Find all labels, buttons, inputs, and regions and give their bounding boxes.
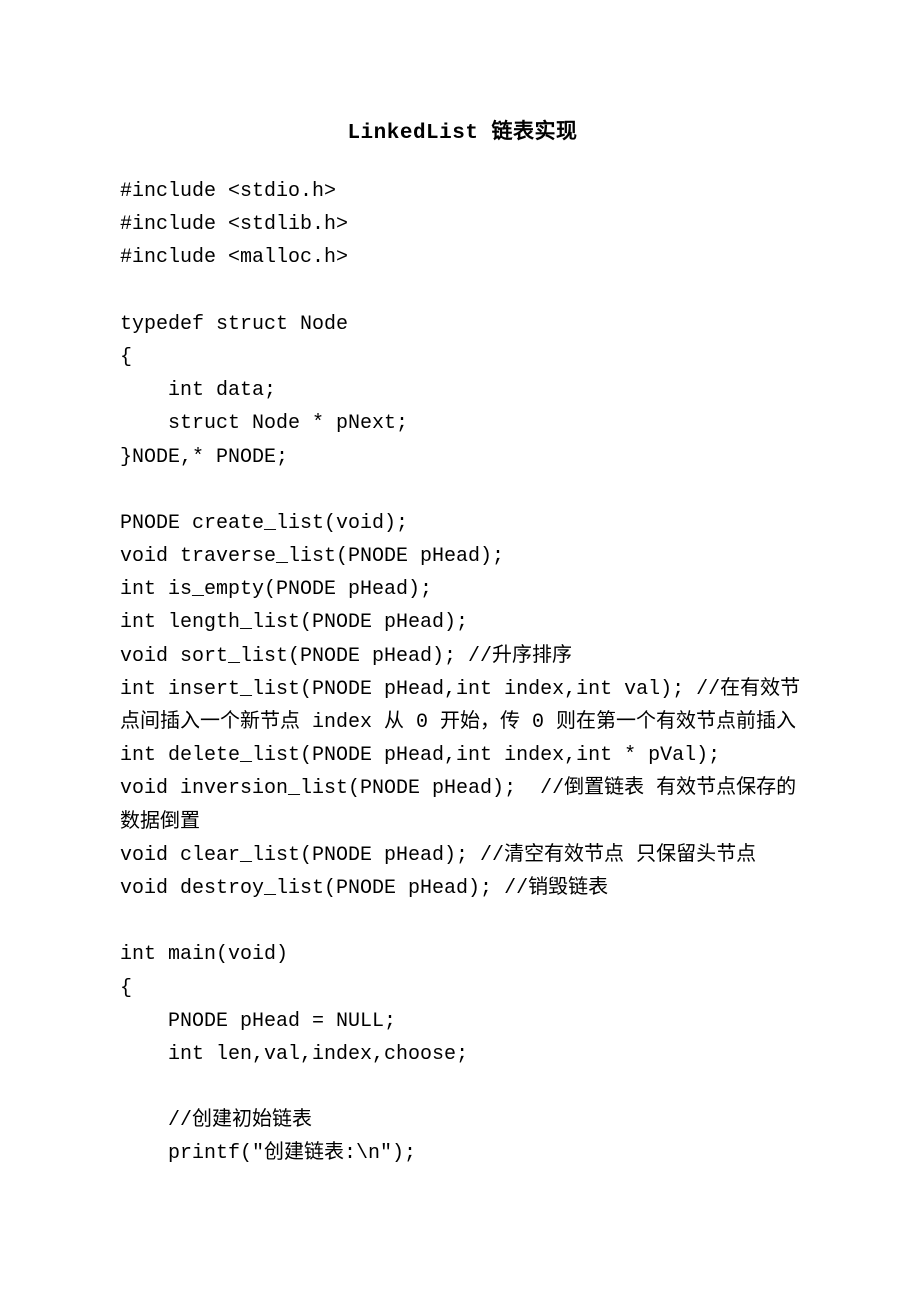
document-page: LinkedList 链表实现 #include <stdio.h> #incl… bbox=[0, 0, 920, 1302]
code-block: #include <stdio.h> #include <stdlib.h> #… bbox=[120, 175, 805, 1171]
document-title: LinkedList 链表实现 bbox=[120, 115, 805, 145]
